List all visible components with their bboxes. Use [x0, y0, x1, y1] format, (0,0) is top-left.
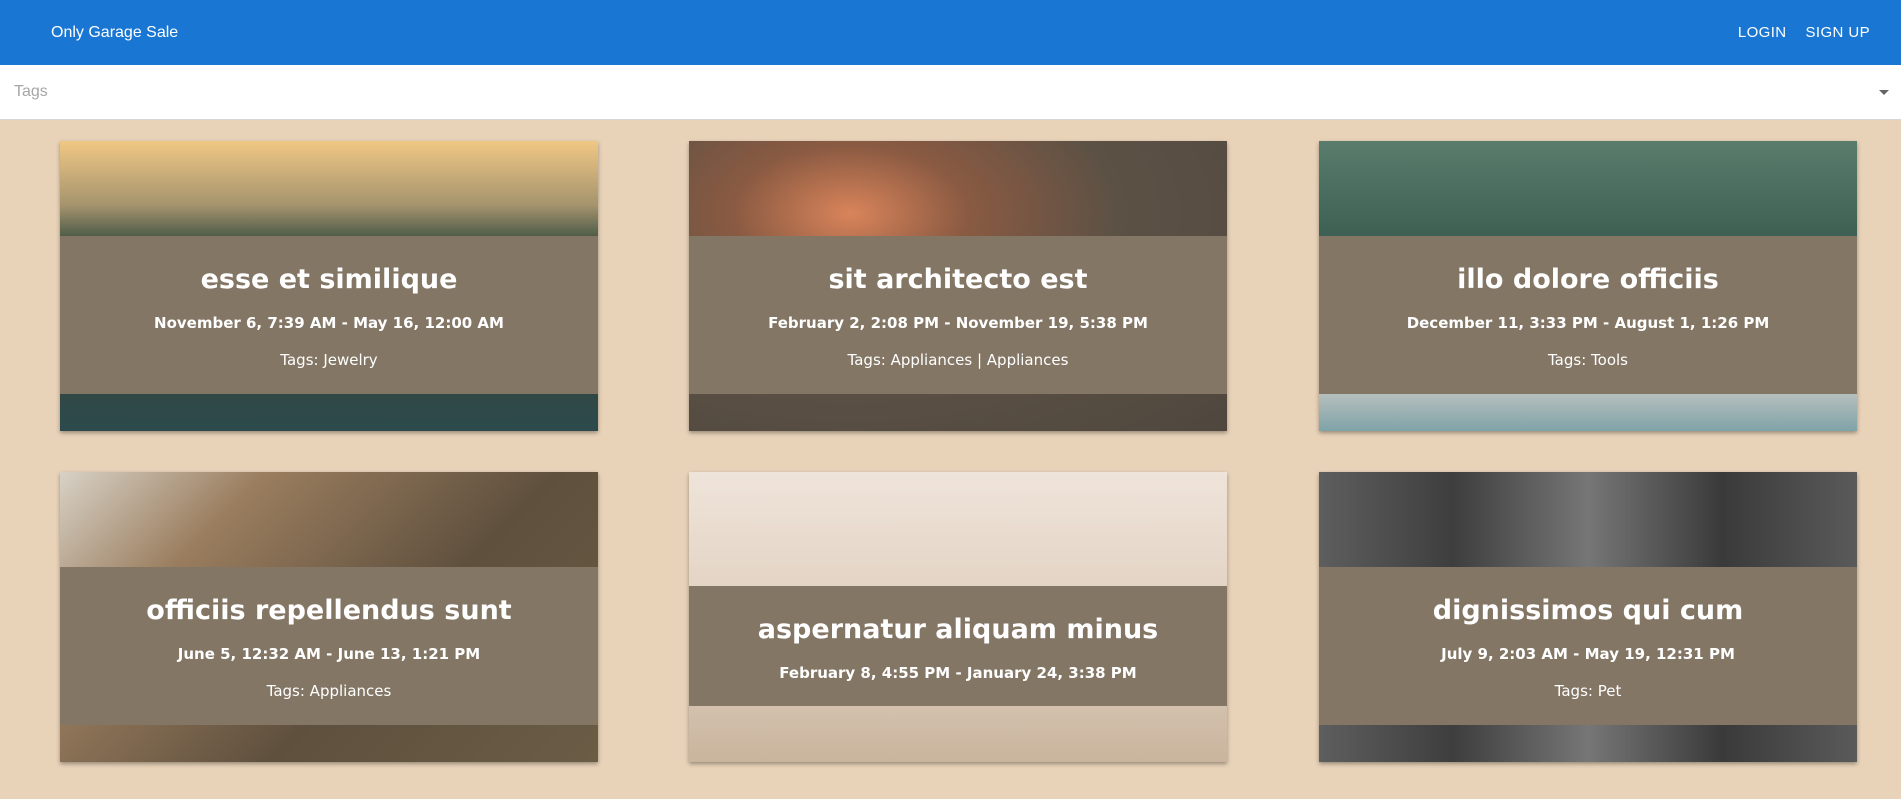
sale-card-tags: Tags: Pet — [1554, 682, 1622, 700]
sale-card[interactable]: dignissimos qui cum July 9, 2:03 AM - Ma… — [1319, 472, 1857, 762]
sale-card-overlay: illo dolore officiis December 11, 3:33 P… — [1319, 236, 1857, 394]
sale-card-overlay: esse et similique November 6, 7:39 AM - … — [60, 236, 598, 394]
tags-select[interactable]: Tags — [0, 65, 1901, 120]
chevron-down-icon[interactable] — [1879, 89, 1889, 95]
sale-card-dates: November 6, 7:39 AM - May 16, 12:00 AM — [154, 314, 504, 332]
tags-placeholder: Tags — [14, 83, 48, 100]
sale-card-overlay: dignissimos qui cum July 9, 2:03 AM - Ma… — [1319, 567, 1857, 725]
sale-card[interactable]: aspernatur aliquam minus February 8, 4:5… — [689, 472, 1227, 762]
sale-card-title: dignissimos qui cum — [1432, 595, 1744, 626]
auth-nav: LOGIN SIGN UP — [1719, 18, 1870, 47]
sale-card[interactable]: illo dolore officiis December 11, 3:33 P… — [1319, 141, 1857, 431]
sale-card-dates: June 5, 12:32 AM - June 13, 1:21 PM — [177, 645, 481, 663]
sale-card-title: officiis repellendus sunt — [146, 595, 512, 626]
sale-card-title: esse et similique — [200, 264, 458, 295]
sale-card-title: aspernatur aliquam minus — [757, 614, 1159, 645]
sale-card-dates: December 11, 3:33 PM - August 1, 1:26 PM — [1406, 314, 1770, 332]
sale-card-overlay: aspernatur aliquam minus February 8, 4:5… — [689, 586, 1227, 706]
sale-card-overlay: officiis repellendus sunt June 5, 12:32 … — [60, 567, 598, 725]
sale-card-dates: February 8, 4:55 PM - January 24, 3:38 P… — [779, 664, 1137, 682]
login-button[interactable]: LOGIN — [1738, 18, 1787, 47]
sale-card-tags: Tags: Appliances | Appliances — [847, 351, 1069, 369]
app-title[interactable]: Only Garage Sale — [51, 24, 178, 42]
sale-card-dates: July 9, 2:03 AM - May 19, 12:31 PM — [1441, 645, 1735, 663]
sale-card[interactable]: officiis repellendus sunt June 5, 12:32 … — [60, 472, 598, 762]
app-bar: Only Garage Sale LOGIN SIGN UP — [0, 0, 1901, 65]
sale-card[interactable]: sit architecto est February 2, 2:08 PM -… — [689, 141, 1227, 431]
sale-card-overlay: sit architecto est February 2, 2:08 PM -… — [689, 236, 1227, 394]
sale-card-tags: Tags: Tools — [1548, 351, 1628, 369]
signup-button[interactable]: SIGN UP — [1806, 18, 1870, 47]
sale-card-tags: Tags: Jewelry — [280, 351, 378, 369]
sale-card-dates: February 2, 2:08 PM - November 19, 5:38 … — [768, 314, 1148, 332]
sale-card-title: illo dolore officiis — [1457, 264, 1719, 295]
sale-card-tags: Tags: Appliances — [266, 682, 392, 700]
sale-card-title: sit architecto est — [828, 264, 1088, 295]
sale-card[interactable]: esse et similique November 6, 7:39 AM - … — [60, 141, 598, 431]
